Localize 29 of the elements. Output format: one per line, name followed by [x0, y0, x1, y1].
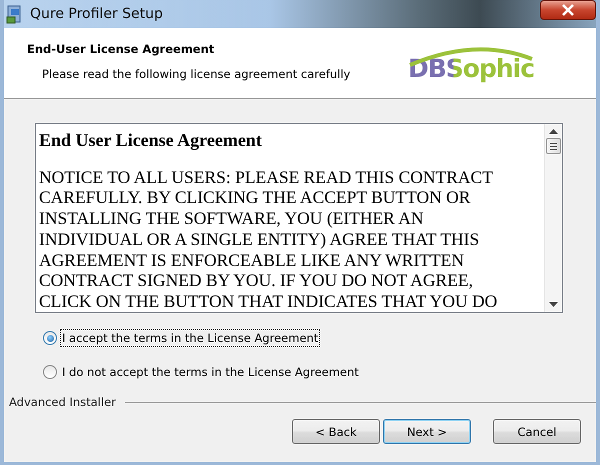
license-text-line: CAREFULLY. BY CLICKING THE ACCEPT BUTTON OR	[39, 187, 472, 208]
license-text-box[interactable]	[35, 123, 563, 313]
close-icon	[561, 4, 575, 16]
radio-button[interactable]	[43, 331, 57, 345]
license-text-line: INDIVIDUAL OR A SINGLE ENTITY) AGREE THAT THIS	[39, 228, 480, 250]
brand-label: Advanced Installer	[9, 395, 116, 409]
scroll-thumb[interactable]	[546, 138, 561, 154]
radio-label[interactable]: I do not accept the terms in the License Agreement	[60, 363, 361, 381]
close-button[interactable]	[540, 0, 596, 20]
radio-label[interactable]: I accept the terms in the License Agreement	[60, 329, 320, 347]
page-subtitle: Please read the following license agreement carefully	[42, 66, 352, 80]
radio-option[interactable]: I do not accept the terms in the License Agreement	[43, 363, 596, 381]
license-text-line: CLICK ON THE BUTTON THAT INDICATES THAT YOU DO	[39, 290, 498, 312]
radio-option[interactable]: I accept the terms in the License Agreement	[43, 329, 596, 347]
cancel-button[interactable]: Cancel	[493, 419, 581, 444]
scrollbar[interactable]	[544, 124, 562, 312]
scroll-down-icon[interactable]	[549, 302, 558, 308]
scroll-up-icon[interactable]	[549, 128, 558, 134]
logo: DBSophic	[406, 33, 536, 93]
license-text-line: NOTICE TO ALL USERS: PLEASE READ THIS CONTRACT	[39, 166, 494, 188]
license-heading: End User License Agreement	[39, 130, 263, 151]
next-button[interactable]: Next >	[383, 419, 471, 444]
window-title: Qure Profiler Setup	[30, 6, 163, 22]
back-button[interactable]: < Back	[292, 419, 380, 444]
radio-button[interactable]	[43, 365, 57, 379]
license-text-line: AGREEMENT IS ENFORCEABLE LIKE ANY WRITTEN	[39, 250, 465, 270]
license-text-line: INSTALLING THE SOFTWARE, YOU (EITHER AN	[39, 208, 425, 229]
page-title: End-User License Agreement	[27, 42, 216, 56]
license-text-line: CONTRACT SIGNED BY YOU. IF YOU DO NOT AGREE,	[39, 270, 474, 291]
